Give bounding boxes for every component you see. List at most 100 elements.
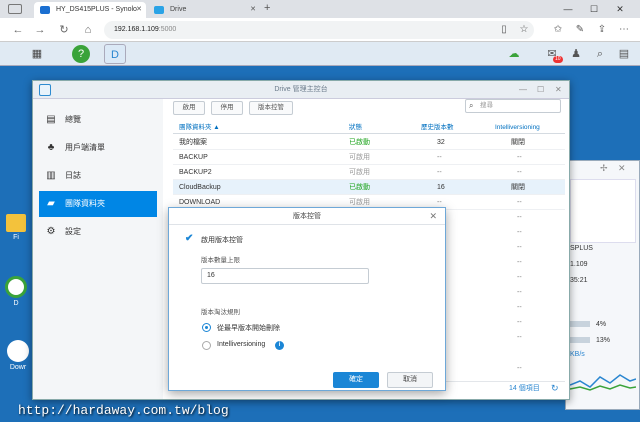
pen-icon[interactable]: ✎: [572, 22, 588, 38]
sidebar: ▤ 總覽 ♣ 用戶端清單 ▥ 日誌 ▰ 團隊資料夾 ⚙ 設定: [33, 99, 163, 399]
pin-icon[interactable]: ✢: [600, 163, 608, 174]
share-icon[interactable]: ⇪: [594, 22, 610, 38]
dsm-taskbar: ▦ ? D ☁ ✉ 10 ♟ ⌕ ▤: [0, 42, 640, 66]
sidebar-item-log[interactable]: ▥ 日誌: [39, 163, 157, 189]
maximize-window-button[interactable]: ☐: [584, 0, 604, 18]
refresh-icon[interactable]: ↻: [551, 381, 559, 396]
column-header-versions[interactable]: 歷史版本數: [421, 121, 454, 134]
drive-app-icon[interactable]: D: [104, 44, 126, 64]
widget-text: 35:21: [570, 277, 588, 284]
sidebar-item-label: 日誌: [65, 171, 81, 180]
folder-intelli: --: [517, 304, 522, 311]
max-versions-input[interactable]: 16: [201, 268, 369, 284]
new-tab-button[interactable]: +: [264, 2, 270, 14]
forward-button[interactable]: →: [32, 22, 48, 38]
tab-actions-icon[interactable]: [8, 4, 22, 14]
minimize-window-button[interactable]: —: [558, 0, 578, 18]
column-header-intelliversioning[interactable]: Intelliversioning: [495, 121, 540, 134]
sidebar-item-settings[interactable]: ⚙ 設定: [39, 219, 157, 245]
window-maximize-button[interactable]: ☐: [537, 81, 544, 99]
intelliversioning-radio[interactable]: [202, 341, 211, 350]
ok-button[interactable]: 確定: [333, 372, 379, 388]
disable-button[interactable]: 停用: [211, 101, 243, 115]
folder-name: CloudBackup: [179, 184, 221, 191]
synology-favicon-icon: [40, 6, 50, 14]
window-minimize-button[interactable]: —: [519, 81, 527, 99]
window-title-bar[interactable]: Drive 管理主控台 — ☐ ✕: [33, 81, 569, 99]
desktop-icon-file-station[interactable]: Fi: [2, 214, 30, 241]
folder-intelli: --: [517, 154, 522, 161]
widget-close-icon[interactable]: ✕: [618, 163, 626, 174]
cancel-button[interactable]: 取消: [387, 372, 433, 388]
sidebar-item-client-list[interactable]: ♣ 用戶端清單: [39, 135, 157, 161]
item-count: 14 個項目: [509, 385, 540, 392]
window-close-button[interactable]: ✕: [555, 81, 562, 99]
sidebar-item-team-folder[interactable]: ▰ 團隊資料夾: [39, 191, 157, 217]
folder-intelli: --: [517, 229, 522, 236]
versioning-button[interactable]: 版本控管: [249, 101, 293, 115]
url-port: :5000: [158, 26, 177, 33]
favorites-icon[interactable]: ✩: [550, 22, 566, 38]
enable-versioning-checkbox[interactable]: ✔: [185, 234, 195, 244]
folder-intelli: --: [517, 365, 522, 372]
notification-badge: 10: [553, 56, 563, 63]
folder-icon: [6, 214, 26, 232]
network-graph: [570, 374, 636, 391]
url-host: 192.168.1.109: [114, 26, 159, 33]
table-row[interactable]: 我的檔案 已啟動 32 關閉: [173, 135, 565, 150]
favorite-star-icon[interactable]: ☆: [516, 22, 532, 38]
search-icon[interactable]: ⌕: [592, 46, 608, 62]
max-versions-label: 版本數量上限: [201, 257, 240, 264]
folder-intelli: 關閉: [511, 139, 525, 146]
folder-intelli: --: [517, 319, 522, 326]
more-icon[interactable]: ⋯: [616, 22, 632, 38]
table-row[interactable]: BACKUP 可啟用 -- --: [173, 150, 565, 165]
desktop-icon-label: D: [13, 300, 19, 307]
desktop-icon-drive[interactable]: D: [2, 276, 30, 307]
close-tab-icon[interactable]: ✕: [136, 2, 142, 18]
reading-view-icon[interactable]: ▯: [496, 22, 512, 38]
user-icon[interactable]: ♟: [568, 46, 584, 62]
folder-intelli: --: [517, 169, 522, 176]
widgets-icon[interactable]: ▤: [616, 46, 632, 62]
ram-usage: 13%: [596, 337, 611, 344]
desktop-icon-download[interactable]: Dowr: [2, 340, 34, 371]
table-row[interactable]: BACKUP2 可啟用 -- --: [173, 165, 565, 180]
search-input[interactable]: ⌕ 搜尋: [465, 99, 561, 113]
enable-versioning-label: 啟用版本控管: [201, 237, 243, 244]
rotation-policy-label: 版本淘汰規則: [201, 309, 240, 316]
main-menu-icon[interactable]: ▦: [26, 44, 48, 64]
desktop-icon-label: Dowr: [9, 364, 27, 371]
address-bar: ← → ↻ ⌂ 192.168.1.109:5000 ▯ ☆ ✩ ✎ ⇪ ⋯: [0, 18, 640, 42]
cpu-bar: [570, 321, 590, 327]
cloud-sync-icon[interactable]: ☁: [506, 46, 522, 62]
intelliversioning-label: Intelliversioning: [217, 341, 266, 348]
browser-tab-dsm[interactable]: HY_DS415PLUS - Synolo ✕: [34, 2, 146, 18]
sidebar-item-overview[interactable]: ▤ 總覽: [39, 107, 157, 133]
oldest-first-label: 從最早版本開始刪除: [217, 325, 280, 332]
close-window-button[interactable]: ✕: [610, 0, 630, 18]
folder-status: 可啟用: [349, 154, 370, 161]
home-button[interactable]: ⌂: [80, 22, 96, 38]
column-header-name[interactable]: 團隊資料夾 ▲: [179, 121, 220, 134]
url-input[interactable]: 192.168.1.109:5000: [104, 21, 534, 39]
browser-tab-drive[interactable]: Drive ✕: [148, 2, 260, 18]
overview-icon: ▤: [46, 114, 56, 125]
reload-button[interactable]: ↻: [56, 22, 72, 38]
oldest-first-radio[interactable]: [202, 323, 211, 332]
info-icon[interactable]: i: [275, 341, 284, 350]
tab-label: HY_DS415PLUS - Synolo: [56, 6, 137, 13]
widget-panel: [570, 179, 636, 243]
back-button[interactable]: ←: [10, 22, 26, 38]
folder-status: 可啟用: [349, 169, 370, 176]
close-tab-icon[interactable]: ✕: [250, 2, 256, 18]
enable-button[interactable]: 啟用: [173, 101, 205, 115]
column-header-status[interactable]: 狀態: [349, 121, 362, 134]
window-title: Drive 管理主控台: [274, 86, 328, 93]
table-row[interactable]: CloudBackup 已啟動 16 關閉: [173, 180, 565, 195]
search-placeholder: 搜尋: [480, 102, 493, 109]
sidebar-item-label: 設定: [65, 227, 81, 236]
tab-label: Drive: [170, 6, 187, 13]
help-icon[interactable]: ?: [72, 45, 90, 63]
dialog-close-icon[interactable]: ✕: [429, 208, 437, 225]
